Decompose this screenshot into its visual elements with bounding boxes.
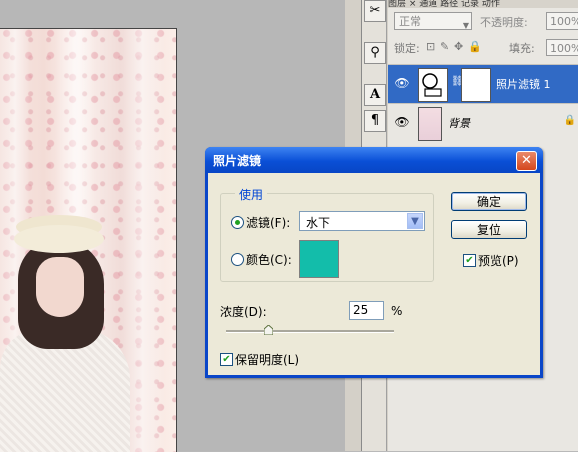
layer-row-background[interactable]: 👁 背景 🔒 <box>388 103 578 142</box>
filter-select[interactable]: 水下 ▼ <box>299 211 425 231</box>
color-swatch[interactable] <box>299 240 339 278</box>
lock-icon: 🔒 <box>563 115 576 126</box>
crop-tool-icon[interactable]: ✂ <box>364 0 386 22</box>
type-tool-icon[interactable]: A <box>364 84 386 106</box>
reset-button[interactable]: 复位 <box>451 220 527 239</box>
lock-row: 锁定: ⊡ ✎ ✥ 🔒 填充: 100% <box>394 39 578 58</box>
blend-mode-select[interactable]: 正常 ▼ <box>394 12 472 30</box>
lock-all-icon[interactable]: 🔒 <box>468 40 482 53</box>
density-label: 浓度(D): <box>220 305 267 319</box>
lock-move-icon[interactable]: ✥ <box>454 40 463 53</box>
photo-hat <box>14 225 104 253</box>
lock-transparency-icon[interactable]: ⊡ <box>426 40 435 53</box>
layer-row-photo-filter[interactable]: 👁 ⛓ 照片滤镜 1 <box>388 64 578 103</box>
photo-filter-dialog: 照片滤镜 ✕ 使用 滤镜(F): 水下 ▼ 颜色(C): 确定 复位 ✔ 预览(… <box>205 147 543 378</box>
lock-label: 锁定: <box>394 42 420 55</box>
paragraph-tool-icon[interactable]: ¶ <box>364 110 386 132</box>
photo-canvas[interactable] <box>0 28 177 452</box>
dialog-body: 使用 滤镜(F): 水下 ▼ 颜色(C): 确定 复位 ✔ 预览(P) 浓度(D… <box>208 173 540 375</box>
fill-label: 填充: <box>509 42 535 55</box>
photo-face <box>36 257 84 317</box>
adjustment-layer-icon <box>418 68 448 102</box>
layer-mask-thumbnail[interactable] <box>461 68 491 102</box>
visibility-eye-icon[interactable]: 👁 <box>394 114 410 130</box>
ok-button[interactable]: 确定 <box>451 192 527 211</box>
stamp-tool-icon[interactable]: ⚲ <box>364 42 386 64</box>
dialog-titlebar[interactable]: 照片滤镜 ✕ <box>205 147 543 173</box>
filter-label[interactable]: 滤镜(F): <box>246 214 290 231</box>
blend-row: 正常 ▼ 不透明度: 100% <box>394 12 578 32</box>
background-layer-thumbnail <box>418 107 442 141</box>
visibility-eye-icon[interactable]: 👁 <box>394 75 410 91</box>
density-unit: % <box>391 304 403 318</box>
density-slider-thumb[interactable] <box>264 325 273 335</box>
color-radio[interactable] <box>231 253 244 266</box>
lock-paint-icon[interactable]: ✎ <box>440 40 449 53</box>
blend-mode-value: 正常 <box>399 15 421 28</box>
dialog-title: 照片滤镜 <box>213 154 262 168</box>
filter-radio[interactable] <box>231 216 244 229</box>
panel-tabs[interactable]: 图层 × 通道 路径 记录 动作 <box>388 0 578 8</box>
fill-input[interactable]: 100% <box>546 39 578 56</box>
color-label[interactable]: 颜色(C): <box>246 251 292 268</box>
preserve-luminosity-label[interactable]: 保留明度(L) <box>235 351 299 368</box>
group-legend: 使用 <box>235 186 268 203</box>
filter-select-value: 水下 <box>306 216 331 230</box>
density-input[interactable]: 25 <box>349 301 384 320</box>
layer-name[interactable]: 背景 <box>448 115 470 131</box>
preserve-luminosity-checkbox[interactable]: ✔ <box>220 353 233 366</box>
opacity-label: 不透明度: <box>480 16 528 29</box>
preview-checkbox[interactable]: ✔ <box>463 254 476 267</box>
opacity-input[interactable]: 100% <box>546 12 578 30</box>
chevron-down-icon: ▼ <box>462 21 469 30</box>
use-group: 使用 滤镜(F): 水下 ▼ 颜色(C): <box>220 186 434 282</box>
chevron-down-icon[interactable]: ▼ <box>407 213 423 229</box>
density-slider-track[interactable] <box>226 330 394 333</box>
close-button[interactable]: ✕ <box>516 151 537 171</box>
preview-label[interactable]: 预览(P) <box>478 252 519 269</box>
layer-name[interactable]: 照片滤镜 1 <box>496 76 551 92</box>
